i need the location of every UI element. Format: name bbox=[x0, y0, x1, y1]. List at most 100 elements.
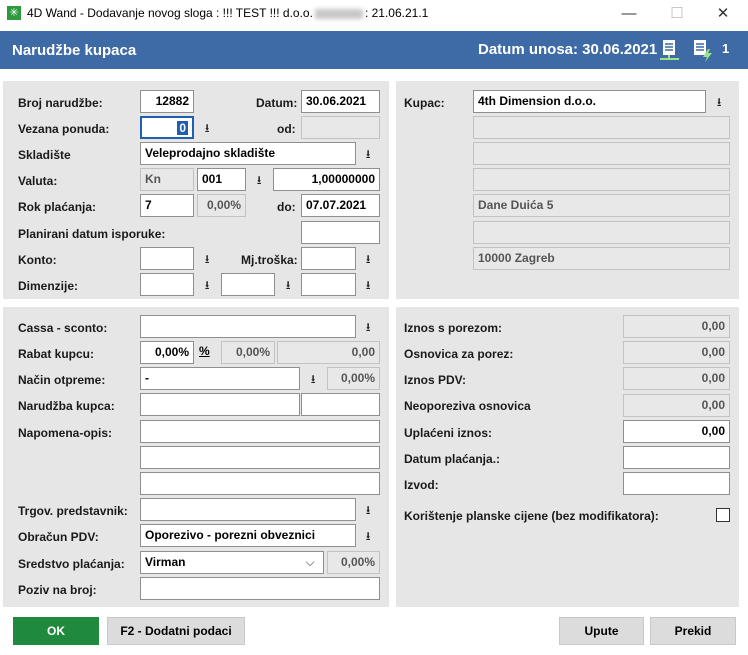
do-label: do: bbox=[277, 200, 296, 214]
iznos-pdv-field: 0,00 bbox=[623, 367, 730, 390]
form-header: Narudžbe kupaca Datum unosa: 30.06.2021 … bbox=[0, 31, 748, 69]
napomena-line-3[interactable] bbox=[140, 472, 380, 495]
entry-date: Datum unosa: 30.06.2021 bbox=[478, 41, 658, 58]
dimenzija-3-field[interactable] bbox=[301, 273, 356, 296]
nacin-otpreme-dropdown-icon[interactable]: ⭳ bbox=[304, 370, 322, 388]
kupac-address: Dane Duića 5 bbox=[473, 194, 730, 217]
mj-troska-label: Mj.troška: bbox=[241, 253, 298, 267]
dimenzija-2-dropdown-icon[interactable]: ⭳ bbox=[279, 276, 297, 294]
dimenzije-label: Dimenzije: bbox=[18, 279, 79, 293]
napomena-opis-label: Napomena-opis: bbox=[18, 426, 113, 440]
narudzba-kupca-label: Narudžba kupca: bbox=[18, 399, 115, 413]
planirani-datum-label: Planirani datum isporuke: bbox=[18, 227, 166, 241]
planske-cijene-checkbox[interactable] bbox=[716, 508, 730, 522]
document-count: 1 bbox=[722, 41, 730, 56]
nacin-otpreme-field[interactable]: - bbox=[140, 367, 300, 390]
kupac-line-3 bbox=[473, 142, 730, 165]
valuta-dropdown-icon[interactable]: ⭳ bbox=[250, 171, 268, 189]
f2-dodatni-podaci-button[interactable]: F2 - Dodatni podaci bbox=[107, 617, 245, 645]
minimize-button[interactable]: — bbox=[606, 0, 652, 28]
window-title: 4D Wand - Dodavanje novog sloga : !!! TE… bbox=[27, 6, 429, 20]
datum-label: Datum: bbox=[256, 96, 298, 110]
kupac-city: 10000 Zagreb bbox=[473, 247, 730, 270]
do-field[interactable]: 07.07.2021 bbox=[301, 194, 380, 217]
maximize-button[interactable]: ☐ bbox=[654, 0, 700, 28]
broj-narudzbe-label: Broj narudžbe: bbox=[18, 96, 103, 110]
dimenzija-1-dropdown-icon[interactable]: ⭳ bbox=[198, 276, 216, 294]
valuta-label: Valuta: bbox=[18, 174, 58, 188]
window-titlebar: ✳ 4D Wand - Dodavanje novog sloga : !!! … bbox=[0, 0, 748, 28]
iznos-s-porezom-field: 0,00 bbox=[623, 315, 730, 338]
dimenzija-3-dropdown-icon[interactable]: ⭳ bbox=[359, 276, 377, 294]
document-lightning-icon[interactable] bbox=[692, 38, 714, 62]
poziv-na-broj-label: Poziv na broj: bbox=[18, 583, 97, 597]
datum-placanja-label: Datum plaćanja.: bbox=[404, 452, 501, 466]
redacted-text bbox=[314, 8, 363, 19]
close-button[interactable]: ✕ bbox=[700, 0, 746, 28]
obracun-pdv-label: Obračun PDV: bbox=[18, 530, 99, 544]
broj-narudzbe-field[interactable]: 12882 bbox=[140, 90, 194, 113]
rok-placanja-field[interactable]: 7 bbox=[140, 194, 194, 217]
obracun-pdv-field[interactable]: Oporezivo - porezni obveznici bbox=[140, 524, 356, 547]
kupac-label: Kupac: bbox=[404, 96, 445, 110]
valuta-number-field[interactable]: 001 bbox=[197, 168, 246, 191]
vezana-ponuda-field[interactable]: 0 bbox=[140, 116, 194, 139]
kupac-dropdown-icon[interactable]: ⭳ bbox=[710, 93, 728, 111]
document-icon[interactable] bbox=[659, 38, 681, 62]
trgov-predstavnik-label: Trgov. predstavnik: bbox=[18, 504, 128, 518]
konto-field[interactable] bbox=[140, 247, 194, 270]
osnovica-za-porez-field: 0,00 bbox=[623, 341, 730, 364]
konto-dropdown-icon[interactable]: ⭳ bbox=[198, 250, 216, 268]
nacin-otpreme-percent: 0,00% bbox=[327, 367, 380, 390]
planirani-datum-field[interactable] bbox=[301, 221, 380, 244]
neoporeziva-osnovica-field: 0,00 bbox=[623, 394, 730, 417]
nacin-otpreme-label: Način otpreme: bbox=[18, 373, 106, 387]
prekid-button[interactable]: Prekid bbox=[650, 617, 736, 645]
napomena-line-1[interactable] bbox=[140, 420, 380, 443]
sredstvo-placanja-select[interactable]: Virman bbox=[140, 551, 324, 574]
poziv-na-broj-field[interactable] bbox=[140, 577, 380, 600]
skladiste-label: Skladište bbox=[18, 148, 71, 162]
skladiste-field[interactable]: Veleprodajno skladište bbox=[140, 142, 356, 165]
datum-field[interactable]: 30.06.2021 bbox=[301, 90, 380, 113]
tecaj-field[interactable]: 1,00000000 bbox=[273, 168, 380, 191]
narudzba-kupca-field-1[interactable] bbox=[140, 393, 300, 416]
cassa-sconto-field[interactable] bbox=[140, 315, 356, 338]
mj-troska-field[interactable] bbox=[301, 247, 356, 270]
iznos-s-porezom-label: Iznos s porezom: bbox=[404, 321, 503, 335]
vezana-ponuda-label: Vezana ponuda: bbox=[18, 122, 110, 136]
form-title: Narudžbe kupaca bbox=[12, 42, 137, 59]
dimenzija-1-field[interactable] bbox=[140, 273, 194, 296]
mj-troska-dropdown-icon[interactable]: ⭳ bbox=[359, 250, 377, 268]
uplaceni-iznos-field[interactable]: 0,00 bbox=[623, 420, 730, 443]
upute-button[interactable]: Upute bbox=[559, 617, 644, 645]
kupac-line-2 bbox=[473, 116, 730, 139]
trgov-predstavnik-field[interactable] bbox=[140, 498, 356, 521]
napomena-line-2[interactable] bbox=[140, 446, 380, 469]
chevron-down-icon[interactable]: ⌵ bbox=[301, 554, 319, 572]
izvod-field[interactable] bbox=[623, 472, 730, 495]
kupac-field[interactable]: 4th Dimension d.o.o. bbox=[473, 90, 706, 113]
trgov-predstavnik-dropdown-icon[interactable]: ⭳ bbox=[359, 501, 377, 519]
konto-label: Konto: bbox=[18, 253, 57, 267]
vezana-ponuda-dropdown-icon[interactable]: ⭳ bbox=[198, 119, 216, 137]
rabat-kupcu-field[interactable]: 0,00% bbox=[140, 341, 194, 364]
rabat-percent-2: 0,00% bbox=[221, 341, 275, 364]
kupac-line-4 bbox=[473, 168, 730, 191]
dimenzija-2-field[interactable] bbox=[221, 273, 275, 296]
rabat-kupcu-label: Rabat kupcu: bbox=[18, 347, 95, 361]
narudzba-kupca-field-2[interactable] bbox=[301, 393, 380, 416]
od-field bbox=[301, 116, 380, 139]
cassa-sconto-label: Cassa - sconto: bbox=[18, 321, 108, 335]
rabat-percent-button[interactable]: % bbox=[199, 344, 210, 358]
datum-placanja-field[interactable] bbox=[623, 446, 730, 469]
valuta-code-field: Kn bbox=[140, 168, 194, 191]
app-icon: ✳ bbox=[7, 6, 21, 20]
sredstvo-placanja-label: Sredstvo plaćanja: bbox=[18, 557, 125, 571]
izvod-label: Izvod: bbox=[404, 478, 439, 492]
obracun-pdv-dropdown-icon[interactable]: ⭳ bbox=[359, 527, 377, 545]
rabat-amount: 0,00 bbox=[277, 341, 380, 364]
ok-button[interactable]: OK bbox=[13, 617, 99, 645]
skladiste-dropdown-icon[interactable]: ⭳ bbox=[359, 145, 377, 163]
cassa-sconto-dropdown-icon[interactable]: ⭳ bbox=[359, 318, 377, 336]
